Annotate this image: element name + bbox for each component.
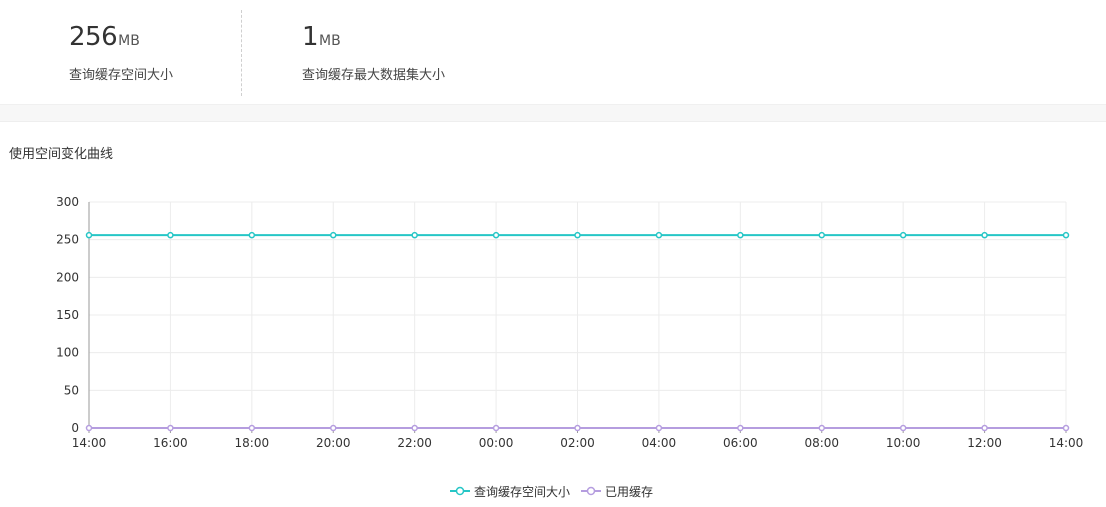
data-point-series-1: [655, 231, 663, 239]
x-tick-label: 02:00: [560, 436, 595, 450]
data-point-series-2: [818, 424, 825, 432]
y-tick-label: 200: [56, 270, 79, 284]
stat-label: 查询缓存空间大小: [69, 68, 174, 83]
x-tick-label: 12:00: [967, 436, 1002, 450]
data-point-series-1: [167, 231, 174, 239]
data-point-series-2: [574, 424, 581, 432]
data-point-series-1: [899, 231, 907, 239]
data-point-series-1: [1062, 231, 1070, 239]
legend-line-circle-icon: [581, 486, 601, 496]
data-point-series-2: [492, 424, 500, 432]
y-tick-label: 300: [56, 195, 79, 209]
x-tick-label: 10:00: [886, 436, 921, 450]
stat-divider: [241, 10, 242, 96]
y-tick-label: 50: [64, 383, 79, 397]
stat-unit: MB: [118, 33, 140, 49]
legend-label: 查询缓存空间大小: [474, 485, 571, 499]
data-point-series-1: [330, 231, 337, 239]
chart-title: 使用空间变化曲线: [9, 147, 114, 162]
data-point-series-2: [167, 424, 174, 432]
stat-unit: MB: [319, 33, 341, 49]
data-point-series-2: [1062, 424, 1070, 432]
data-point-series-1: [574, 231, 581, 239]
x-tick-label: 22:00: [397, 436, 432, 450]
legend-line-circle-icon: [450, 486, 470, 496]
stat-value: 256: [69, 22, 118, 52]
data-point-series-1: [737, 231, 744, 239]
data-point-series-1: [492, 231, 500, 239]
stats-panel: 256MB 查询缓存空间大小 1MB 查询缓存最大数据集大小: [0, 0, 1106, 104]
data-point-series-2: [981, 424, 988, 432]
data-point-series-1: [818, 231, 825, 239]
y-tick-label: 150: [56, 308, 79, 322]
chart-legend: 查询缓存空间大小 已用缓存: [0, 482, 1106, 500]
data-point-series-2: [85, 424, 93, 432]
data-point-series-2: [655, 424, 663, 432]
y-tick-label: 250: [56, 233, 79, 247]
x-tick-label: 08:00: [804, 436, 839, 450]
data-point-series-2: [330, 424, 337, 432]
y-tick-label: 0: [71, 421, 79, 435]
legend-label: 已用缓存: [605, 485, 654, 499]
section-divider-band: [0, 104, 1106, 122]
x-tick-label: 14:00: [72, 436, 107, 450]
data-point-series-1: [85, 231, 93, 239]
x-tick-label: 14:00: [1049, 436, 1084, 450]
x-tick-label: 06:00: [723, 436, 758, 450]
data-point-series-2: [899, 424, 907, 432]
x-tick-label: 04:00: [642, 436, 677, 450]
stat-value: 1: [302, 22, 319, 52]
y-tick-label: 100: [56, 346, 79, 360]
data-point-series-1: [981, 231, 988, 239]
x-tick-label: 18:00: [235, 436, 270, 450]
data-point-series-2: [248, 424, 256, 432]
stat-label: 查询缓存最大数据集大小: [302, 68, 446, 83]
x-tick-label: 20:00: [316, 436, 351, 450]
data-point-series-2: [411, 424, 418, 432]
x-tick-label: 00:00: [479, 436, 514, 450]
data-point-series-2: [737, 424, 744, 432]
line-chart: 0 50 100 150 200 250 300 14:00 16:00 18:00 20:00 22…: [56, 195, 1084, 450]
data-point-series-1: [248, 231, 256, 239]
x-tick-label: 16:00: [153, 436, 188, 450]
data-point-series-1: [411, 231, 418, 239]
